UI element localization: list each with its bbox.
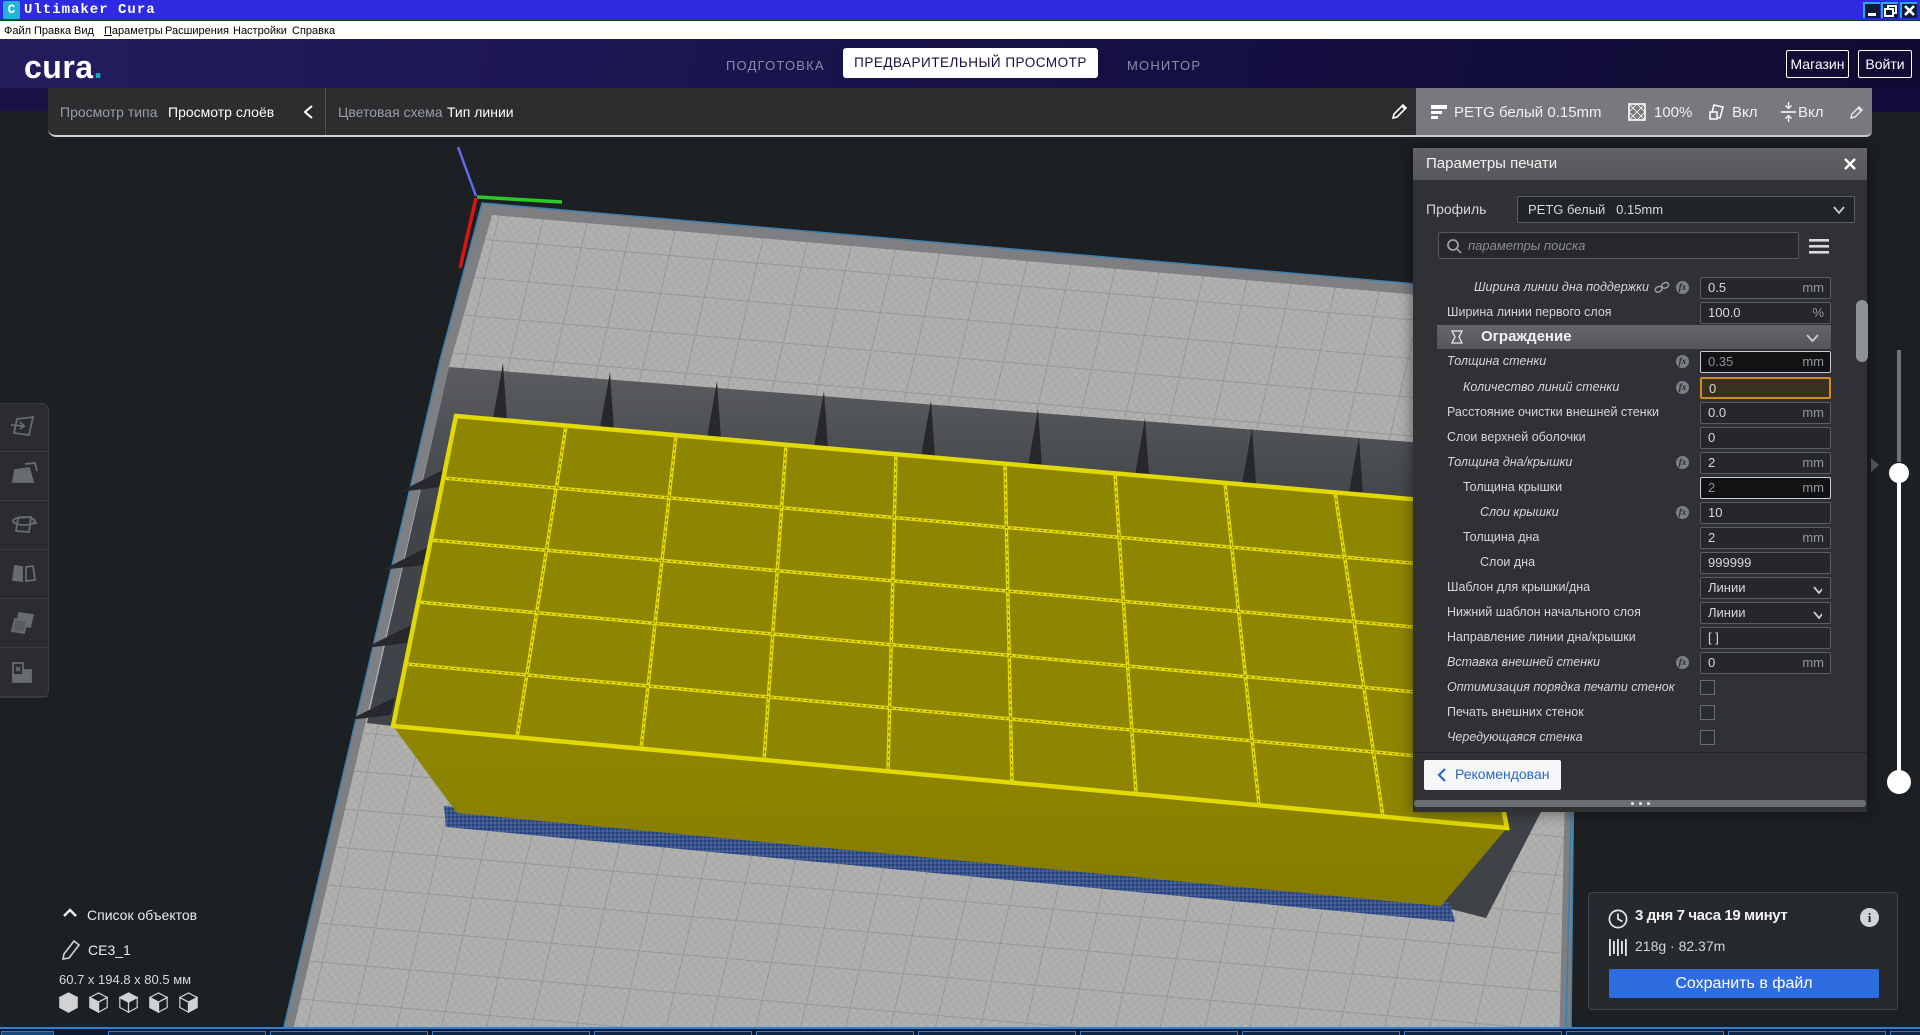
svg-text:Список объектов: Список объектов: [87, 907, 197, 923]
svg-text:CE3_1: CE3_1: [88, 942, 131, 958]
svg-text:60.7 x 194.8 x 80.5 мм: 60.7 x 194.8 x 80.5 мм: [59, 972, 191, 987]
